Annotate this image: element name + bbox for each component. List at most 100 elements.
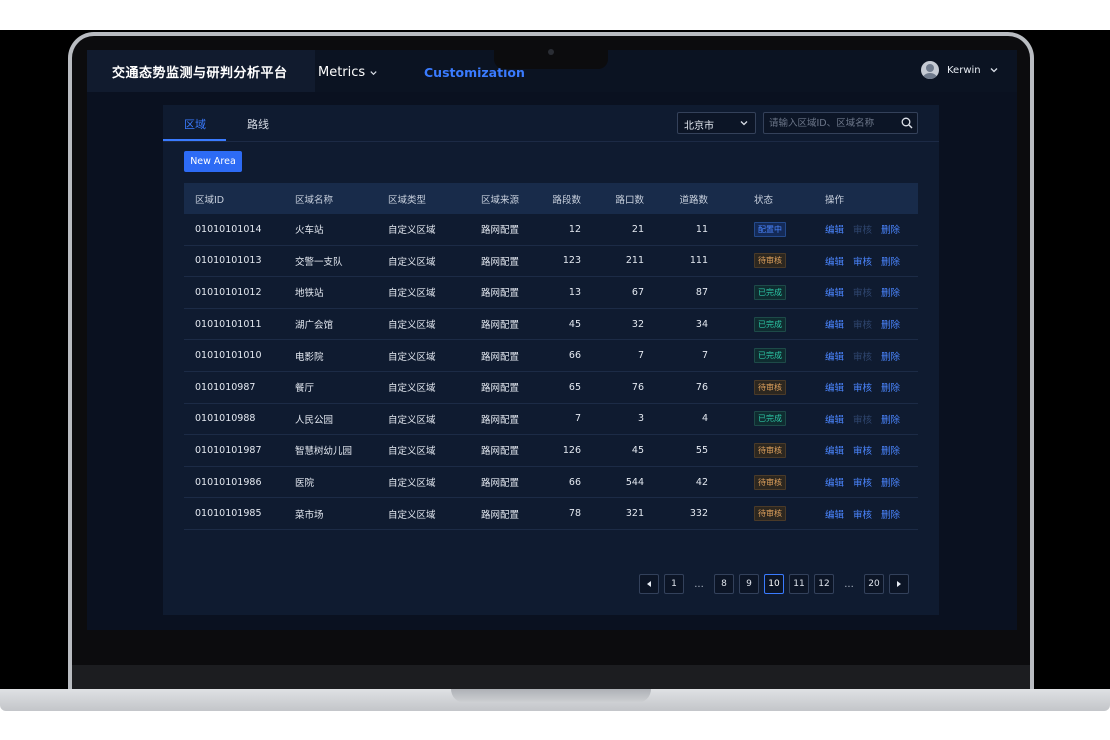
edit-button[interactable]: 编辑	[825, 349, 844, 363]
area-id: 01010101010	[195, 350, 262, 362]
area-id: 01010101985	[195, 508, 262, 520]
page-button[interactable]: 10	[764, 574, 784, 594]
column-header: 区域来源	[481, 194, 520, 206]
user-name: Kerwin	[947, 64, 981, 76]
area-name: 湖广会馆	[295, 320, 334, 332]
road-count: 7	[701, 350, 708, 362]
delete-button[interactable]: 删除	[881, 475, 900, 489]
review-button[interactable]: 审核	[853, 412, 872, 426]
column-header: 道路数	[679, 194, 708, 206]
road-count: 87	[695, 286, 708, 298]
crossing-count: 45	[631, 444, 644, 456]
delete-button[interactable]: 删除	[881, 380, 900, 394]
road-count: 4	[701, 413, 708, 425]
edit-button[interactable]: 编辑	[825, 507, 844, 521]
status-badge: 已完成	[754, 316, 786, 332]
page-button[interactable]: 12	[814, 574, 834, 594]
area-id: 0101010988	[195, 413, 256, 425]
search-box[interactable]	[763, 112, 918, 134]
crossing-count: 321	[625, 508, 644, 520]
area-source: 路网配置	[481, 225, 520, 237]
status-badge: 待审核	[754, 474, 786, 490]
page-bottom-margin	[0, 710, 1110, 740]
city-select[interactable]: 北京市	[677, 112, 756, 134]
area-source: 路网配置	[481, 446, 520, 458]
delete-button[interactable]: 删除	[881, 412, 900, 426]
next-page-button[interactable]	[889, 574, 909, 594]
city-select-value: 北京市	[684, 121, 714, 132]
edit-button[interactable]: 编辑	[825, 443, 844, 457]
area-id: 01010101014	[195, 223, 262, 235]
table-body: 01010101014 火车站 自定义区域 路网配置 12 21 11 配置中 编辑 审核 删除 01…	[184, 214, 918, 530]
avatar	[921, 61, 939, 79]
tab-area[interactable]: 区域	[184, 116, 206, 132]
edit-button[interactable]: 编辑	[825, 285, 844, 299]
area-name: 菜市场	[295, 509, 324, 521]
status-badge: 待审核	[754, 506, 786, 522]
review-button[interactable]: 审核	[853, 349, 872, 363]
road-count: 111	[689, 255, 708, 267]
crossing-count: 67	[631, 286, 644, 298]
new-area-button[interactable]: New Area	[184, 151, 242, 172]
delete-button[interactable]: 删除	[881, 349, 900, 363]
area-name: 餐厅	[295, 383, 315, 395]
area-name: 人民公园	[295, 414, 334, 426]
row-actions: 编辑 审核 删除	[825, 467, 909, 498]
chevron-down-icon	[740, 121, 748, 126]
tab-route[interactable]: 路线	[247, 116, 269, 132]
page-button[interactable]: 1	[664, 574, 684, 594]
page-button[interactable]: 20	[864, 574, 884, 594]
review-button[interactable]: 审核	[853, 285, 872, 299]
delete-button[interactable]: 删除	[881, 443, 900, 457]
table-row: 01010101011 湖广会馆 自定义区域 路网配置 45 32 34 已完成 编辑 审核 删除	[184, 309, 918, 341]
delete-button[interactable]: 删除	[881, 222, 900, 236]
page-button[interactable]: 11	[789, 574, 809, 594]
status-cell: 已完成	[754, 404, 786, 435]
review-button[interactable]: 审核	[853, 222, 872, 236]
edit-button[interactable]: 编辑	[825, 254, 844, 268]
app-screen: 交通态势监测与研判分析平台 Metrics Customization Kerw…	[87, 50, 1017, 630]
segment-count: 45	[568, 318, 581, 330]
review-button[interactable]: 审核	[853, 475, 872, 489]
pagination: 1... 8 9 10 11 12... 20	[639, 574, 909, 594]
area-name: 电影院	[295, 351, 324, 363]
review-button[interactable]: 审核	[853, 507, 872, 521]
table-row: 01010101010 电影院 自定义区域 路网配置 66 7 7 已完成 编辑 审核 删除	[184, 340, 918, 372]
table-row: 01010101985 菜市场 自定义区域 路网配置 78 321 332 待审核 编辑 审核 删除	[184, 498, 918, 530]
edit-button[interactable]: 编辑	[825, 412, 844, 426]
crossing-count: 21	[631, 223, 644, 235]
area-name: 医院	[295, 478, 315, 490]
user-menu[interactable]: Kerwin	[921, 61, 999, 79]
page-button[interactable]: 9	[739, 574, 759, 594]
area-source: 路网配置	[481, 383, 520, 395]
column-header: 状态	[754, 194, 774, 206]
segment-count: 65	[568, 381, 581, 393]
row-actions: 编辑 审核 删除	[825, 498, 909, 529]
status-cell: 待审核	[754, 498, 786, 529]
edit-button[interactable]: 编辑	[825, 222, 844, 236]
delete-button[interactable]: 删除	[881, 254, 900, 268]
area-name: 智慧树幼儿园	[295, 446, 353, 458]
edit-button[interactable]: 编辑	[825, 317, 844, 331]
review-button[interactable]: 审核	[853, 317, 872, 331]
search-input[interactable]	[769, 116, 894, 130]
search-icon[interactable]	[901, 117, 913, 129]
review-button[interactable]: 审核	[853, 254, 872, 268]
area-source: 路网配置	[481, 414, 520, 426]
segment-count: 12	[568, 223, 581, 235]
review-button[interactable]: 审核	[853, 443, 872, 457]
delete-button[interactable]: 删除	[881, 317, 900, 331]
active-tab-indicator	[163, 139, 226, 141]
edit-button[interactable]: 编辑	[825, 475, 844, 489]
row-actions: 编辑 审核 删除	[825, 277, 909, 308]
delete-button[interactable]: 删除	[881, 507, 900, 521]
table-row: 0101010988 人民公园 自定义区域 路网配置 7 3 4 已完成 编辑 审核 删除	[184, 404, 918, 436]
edit-button[interactable]: 编辑	[825, 380, 844, 394]
nav-metrics[interactable]: Metrics	[318, 65, 378, 80]
prev-page-button[interactable]	[639, 574, 659, 594]
review-button[interactable]: 审核	[853, 380, 872, 394]
chevron-down-icon	[370, 71, 377, 76]
area-source: 路网配置	[481, 351, 520, 363]
delete-button[interactable]: 删除	[881, 285, 900, 299]
page-button[interactable]: 8	[714, 574, 734, 594]
